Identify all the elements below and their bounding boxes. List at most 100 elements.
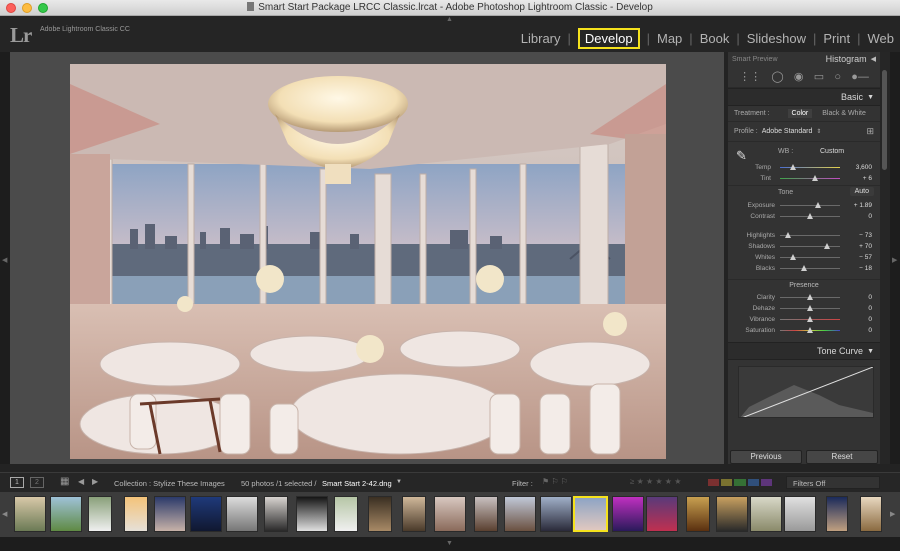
basic-section-header[interactable]: Basic ▼ [728, 88, 880, 106]
dehaze-value[interactable]: 0 [868, 305, 872, 312]
whites-value[interactable]: − 57 [859, 254, 872, 261]
filmstrip-thumbnail[interactable] [826, 496, 848, 532]
tint-value[interactable]: + 6 [863, 175, 872, 182]
dehaze-slider-handle[interactable] [807, 305, 813, 311]
exposure-slider-handle[interactable] [815, 202, 821, 208]
spot-removal-icon[interactable]: ◯ [771, 70, 783, 83]
adjustment-brush-icon[interactable]: ●— [851, 71, 869, 83]
filmstrip-thumbnail[interactable] [686, 496, 710, 532]
secondary-window-1-button[interactable]: 1 [10, 477, 24, 488]
color-label-red[interactable] [708, 479, 720, 486]
filmstrip-thumbnail[interactable] [264, 496, 288, 532]
module-slideshow[interactable]: Slideshow [747, 30, 806, 47]
redeye-icon[interactable]: ◉ [794, 70, 804, 83]
vibrance-slider-handle[interactable] [807, 316, 813, 322]
shadows-value[interactable]: + 70 [859, 243, 872, 250]
bottom-panel-toggle-icon[interactable]: ▼ [446, 540, 453, 547]
highlights-value[interactable]: − 73 [859, 232, 872, 239]
profile-browser-icon[interactable]: ⊞ [866, 126, 874, 137]
back-arrow-icon[interactable]: ◀ [78, 477, 84, 486]
filmstrip-thumbnail[interactable] [50, 496, 82, 532]
whites-slider-handle[interactable] [790, 254, 796, 260]
left-panel-toggle-icon[interactable]: ◀ [2, 256, 7, 264]
module-library[interactable]: Library [521, 30, 561, 47]
color-label-yellow[interactable] [721, 479, 733, 486]
color-label-purple[interactable] [760, 479, 773, 486]
wb-dropdown[interactable]: Custom [820, 148, 844, 155]
filmstrip-left-icon[interactable]: ◀ [2, 510, 7, 518]
saturation-value[interactable]: 0 [868, 327, 872, 334]
filmstrip-thumbnail[interactable] [434, 496, 466, 532]
flag-filter-icons[interactable]: ⚑ ⚐ ⚐ [542, 477, 568, 486]
module-book[interactable]: Book [700, 30, 730, 47]
filmstrip-thumbnail[interactable] [368, 496, 392, 532]
color-label-filters[interactable] [708, 479, 773, 486]
image-canvas[interactable] [10, 52, 724, 464]
module-develop[interactable]: Develop [577, 28, 640, 49]
contrast-value[interactable]: 0 [868, 213, 872, 220]
radial-filter-icon[interactable]: ○ [834, 71, 841, 83]
whites-track[interactable] [780, 257, 840, 258]
filmstrip[interactable]: ◀ ▶ [0, 492, 900, 537]
previous-button[interactable]: Previous [730, 450, 802, 464]
collection-label[interactable]: Collection : Stylize These Images [114, 479, 225, 488]
module-map[interactable]: Map [657, 30, 682, 47]
filmstrip-thumbnail[interactable] [88, 496, 112, 532]
rating-filter-icons[interactable]: ≥ ★ ★ ★ ★ ★ [630, 477, 681, 486]
clarity-slider-handle[interactable] [807, 294, 813, 300]
filmstrip-thumbnail[interactable] [296, 496, 328, 532]
filename-dropdown-icon[interactable]: ▼ [396, 479, 402, 485]
saturation-slider-handle[interactable] [807, 327, 813, 333]
filmstrip-thumbnail[interactable] [154, 496, 186, 532]
filmstrip-thumbnail[interactable] [612, 496, 644, 532]
profile-dropdown[interactable]: Adobe Standard [762, 128, 813, 135]
filmstrip-thumbnail[interactable] [646, 496, 678, 532]
blacks-slider-handle[interactable] [801, 265, 807, 271]
forward-arrow-icon[interactable]: ▶ [92, 477, 98, 486]
tone-curve-graph[interactable] [738, 366, 874, 418]
filmstrip-thumbnail[interactable] [474, 496, 498, 532]
filmstrip-thumbnail[interactable] [190, 496, 222, 532]
secondary-window-2-button[interactable]: 2 [30, 477, 44, 488]
clarity-value[interactable]: 0 [868, 294, 872, 301]
filmstrip-thumbnail[interactable] [402, 496, 426, 532]
filters-off-dropdown[interactable]: Filters Off [786, 476, 880, 489]
temp-track[interactable] [780, 167, 840, 168]
selected-filename[interactable]: Smart Start 2-42.dng [322, 479, 392, 488]
highlights-slider-handle[interactable] [785, 232, 791, 238]
filmstrip-right-icon[interactable]: ▶ [890, 510, 895, 518]
color-label-green[interactable] [734, 479, 746, 486]
tone-curve-section-header[interactable]: Tone Curve ▼ [728, 342, 880, 360]
histogram-collapse-icon[interactable]: ◀ [871, 55, 876, 63]
module-web[interactable]: Web [868, 30, 895, 47]
grid-view-icon[interactable]: ▦ [60, 476, 69, 487]
filmstrip-thumbnail[interactable] [860, 496, 882, 532]
filmstrip-thumbnail[interactable] [334, 496, 358, 532]
right-panel-toggle-icon[interactable]: ▶ [892, 256, 897, 264]
vibrance-value[interactable]: 0 [868, 316, 872, 323]
exposure-track[interactable] [780, 205, 840, 206]
treatment-bw-option[interactable]: Black & White [822, 110, 866, 117]
graduated-filter-icon[interactable]: ▭ [814, 70, 824, 83]
filmstrip-thumbnail[interactable] [226, 496, 258, 532]
shadows-slider-handle[interactable] [824, 243, 830, 249]
exposure-value[interactable]: + 1.89 [854, 202, 872, 209]
profile-dropdown-arrows-icon[interactable]: ⇕ [816, 128, 821, 135]
filmstrip-thumbnail[interactable] [540, 496, 572, 532]
temp-value[interactable]: 3,600 [856, 164, 872, 171]
filmstrip-thumbnail[interactable] [716, 496, 748, 532]
treatment-color-option[interactable]: Color [787, 109, 813, 118]
contrast-slider-handle[interactable] [807, 213, 813, 219]
filmstrip-thumbnail[interactable] [14, 496, 46, 532]
crop-tool-icon[interactable]: ⋮⋮ [739, 70, 761, 83]
tone-auto-button[interactable]: Auto [849, 187, 874, 196]
top-panel-toggle-icon[interactable]: ▲ [446, 16, 453, 23]
histogram-title[interactable]: Histogram [826, 54, 867, 64]
filmstrip-thumbnail-selected[interactable] [573, 496, 608, 532]
blacks-value[interactable]: − 18 [859, 265, 872, 272]
filmstrip-thumbnail[interactable] [124, 496, 148, 532]
blacks-track[interactable] [780, 268, 840, 269]
tint-track[interactable] [780, 178, 840, 179]
module-print[interactable]: Print [823, 30, 850, 47]
filmstrip-thumbnail[interactable] [504, 496, 536, 532]
